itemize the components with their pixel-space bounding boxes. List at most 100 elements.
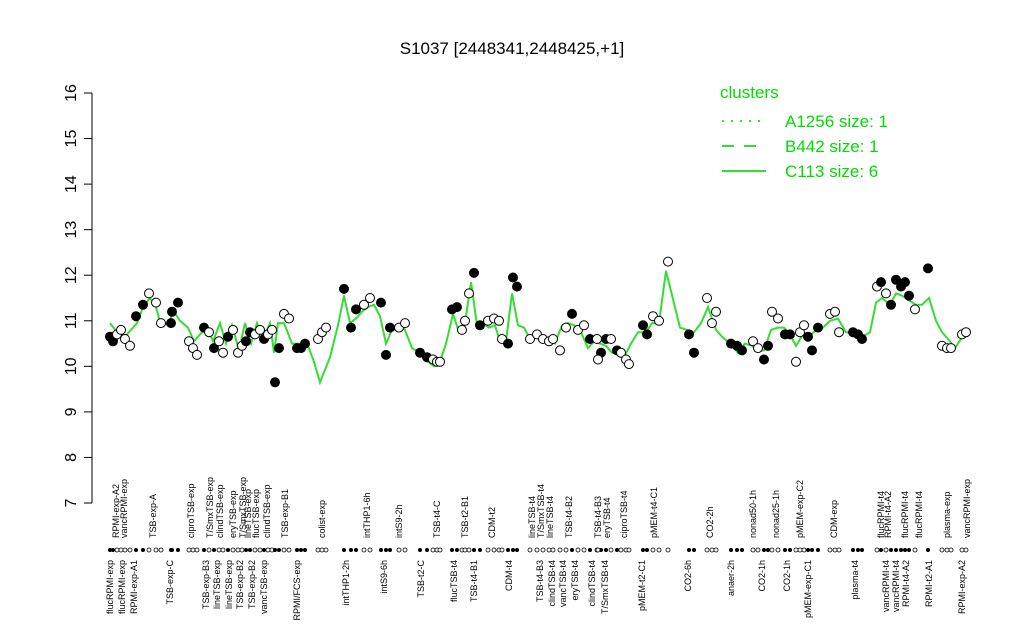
strip-marker [194,547,200,553]
strip-marker [478,548,482,552]
data-point [267,324,277,335]
x-category-label-bottom: clindTSB-t4 [547,560,557,607]
data-point [813,322,823,333]
strip-marker [889,548,893,552]
x-category-label-top: intTHP1-6h [362,492,372,538]
strip-marker [235,547,241,553]
strip-marker [202,548,206,552]
strip-marker [506,548,510,552]
strip-marker [832,547,838,553]
strip-marker [740,548,744,552]
x-category-label-bottom: vancRPMI-t4 [891,560,901,612]
strip-marker [615,548,619,552]
x-category-label-bottom: vancTSB-t4 [558,560,568,607]
strip-marker [455,548,459,552]
data-point [469,267,479,278]
strip-marker [608,547,614,553]
strip-marker [687,548,691,552]
strip-marker [948,547,954,553]
x-category-label-bottom: T/SmxTSB-t4 [600,560,610,614]
strip-marker [963,547,969,553]
strip-marker [226,548,230,552]
strip-marker [425,548,429,552]
data-point [192,349,202,360]
data-point [791,356,801,367]
strip-marker [645,548,649,552]
data-point [881,288,891,299]
x-category-label-bottom: CO2-6h [683,560,693,592]
data-point [548,334,558,344]
x-category-label-bottom: anaer-2h [726,560,736,596]
x-category-label-top: CO2-2h [705,506,715,538]
strip-marker [230,547,236,553]
strip-marker [319,547,325,553]
strip-marker [806,548,810,552]
data-point [400,318,410,329]
strip-marker [656,547,662,553]
data-point [512,281,522,292]
data-point [464,288,474,299]
x-category-label-bottom: TSB-t4-B3 [535,560,545,602]
strip-marker [557,547,563,553]
x-category-label-top: vancRPMI-exp [962,479,972,538]
strip-marker [485,547,491,553]
data-point [321,322,331,333]
x-category-label-top: nonad50-1h [748,490,758,538]
data-point [830,306,840,317]
strip-marker [750,547,756,553]
data-point [284,313,294,324]
data-point [689,347,699,358]
strip-marker [262,548,266,552]
strip-marker [783,548,787,552]
strip-marker [788,548,792,552]
x-category-label-top: plasma-exp [942,491,952,538]
data-point [365,293,375,303]
strip-marker [134,548,138,552]
data-point [654,315,664,326]
x-category-label-top: clindTSB-exp [215,484,225,538]
x-category-label-top: lineTSB-t4 [545,496,555,538]
strip-marker [641,548,645,552]
strip-marker [323,547,329,553]
strip-marker [959,547,965,553]
data-point [593,354,603,365]
strip-marker [303,548,307,552]
strip-marker [299,548,303,552]
strip-marker [186,547,192,553]
data-point [214,336,224,347]
strip-marker [939,547,945,553]
x-category-label-top: clindTSB-exp [262,484,272,538]
data-point [900,277,910,288]
data-point [385,322,395,333]
x-category-label-bottom: flucTSB-t4 [449,560,459,602]
data-point [452,302,462,313]
x-category-label-top: TSB-t2-B1 [460,496,470,538]
strip-marker [879,548,883,552]
x-category-label-bottom: clindTSB-t4 [587,560,597,607]
x-category-label-top: colist-exp [317,500,327,538]
data-point [561,322,571,333]
strip-marker [856,548,860,552]
data-point [799,320,809,331]
strip-marker [851,548,855,552]
data-point [131,311,141,322]
data-point [255,324,265,335]
data-point [475,320,485,331]
x-category-label-bottom: TSB-t4-B1 [469,560,479,602]
data-point [116,324,126,335]
x-category-label-bottom: pMEM-t2-C1 [637,560,647,611]
x-category-label-bottom: RPMI-exp-A2 [957,560,967,614]
data-point [807,345,817,356]
strip-marker [755,547,761,553]
strip-marker [450,548,454,552]
x-category-label-bottom: plasma-t4 [850,560,860,600]
x-category-label-top: nonad25-1h [771,490,781,538]
strip-marker [286,547,292,553]
data-point [876,277,886,288]
strip-marker [437,547,443,553]
strip-marker [874,547,880,553]
data-point [606,334,616,344]
data-point [274,343,284,354]
data-point [592,334,602,344]
c113-series-line [109,270,967,386]
